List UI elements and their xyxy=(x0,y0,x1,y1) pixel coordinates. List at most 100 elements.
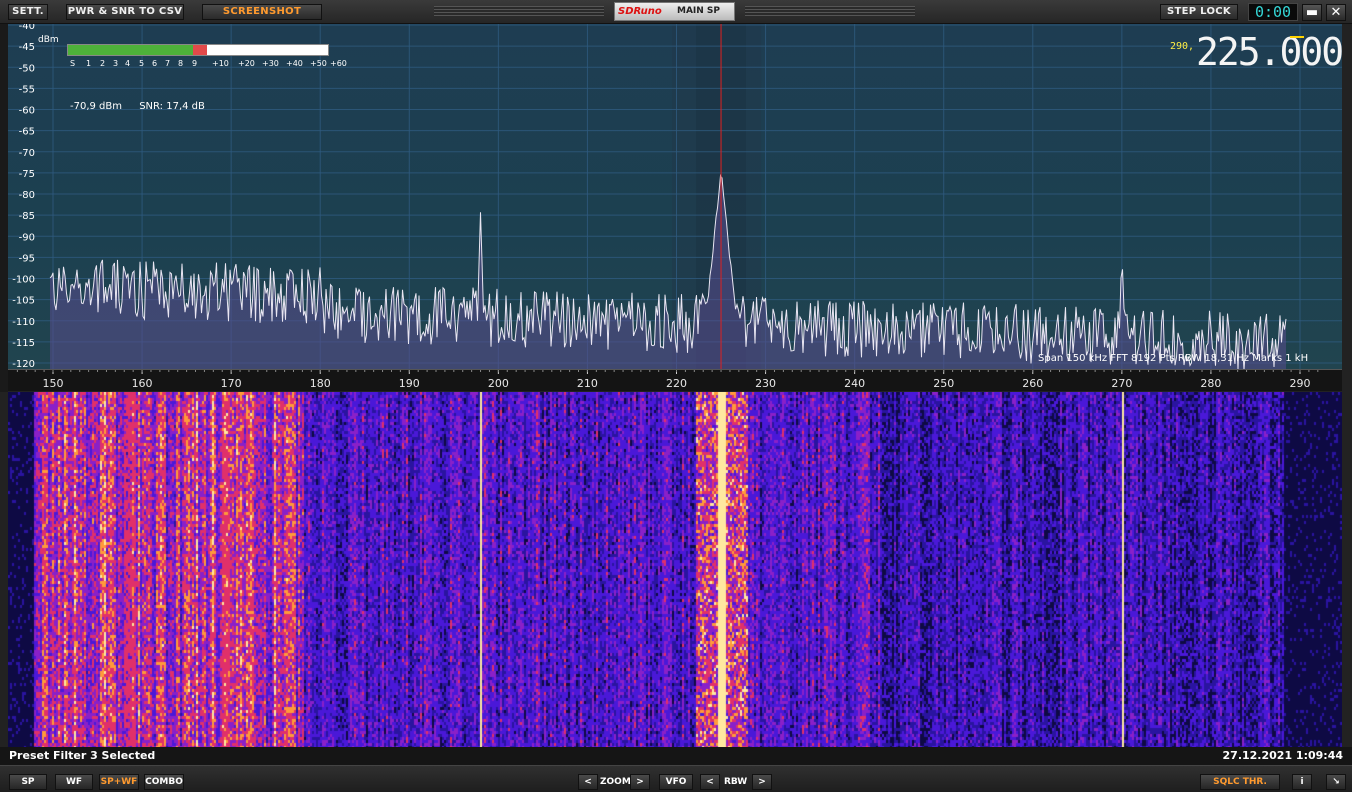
status-datetime: 27.12.2021 1:09:44 xyxy=(1222,749,1343,762)
y-tick-label: -115 xyxy=(12,338,35,349)
waterfall-display[interactable] xyxy=(8,392,1342,747)
s-meter-green-bar xyxy=(68,45,193,55)
x-tick-label: 260 xyxy=(1022,377,1043,390)
smeter-tick-label: 4 xyxy=(125,59,131,68)
smeter-tick-label: 3 xyxy=(113,59,119,68)
smeter-tick-label: 1 xyxy=(86,59,92,68)
zoom-prev-button[interactable]: < xyxy=(578,774,598,790)
title-bar: SETT. PWR & SNR TO CSV SCREENSHOT SDRuno… xyxy=(0,0,1352,24)
y-tick-label: -45 xyxy=(19,42,35,53)
y-tick-label: -95 xyxy=(19,253,35,264)
sqlc-threshold-button[interactable]: SQLC THR. xyxy=(1200,774,1280,790)
x-tick-label: 220 xyxy=(666,377,687,390)
waterfall-canvas xyxy=(8,392,1342,747)
smeter-tick-label: 2 xyxy=(100,59,106,68)
info-icon[interactable]: i xyxy=(1292,774,1312,790)
s-meter xyxy=(67,44,329,56)
signal-readout: -70,9 dBm SNR: 17,4 dB xyxy=(70,101,219,112)
y-tick-label: -85 xyxy=(19,211,35,222)
x-tick-label: 210 xyxy=(577,377,598,390)
export-csv-button[interactable]: PWR & SNR TO CSV xyxy=(66,4,184,20)
smeter-tick-label: 5 xyxy=(139,59,145,68)
minimize-icon[interactable]: ▬ xyxy=(1302,4,1322,21)
zoom-label: ZOOM xyxy=(600,777,631,787)
window-title-text: MAIN SP xyxy=(677,6,721,16)
rbw-prev-button[interactable]: < xyxy=(700,774,720,790)
x-tick-label: 170 xyxy=(221,377,242,390)
y-tick-label: -55 xyxy=(19,84,35,95)
x-tick-label: 200 xyxy=(488,377,509,390)
spectrum-fill xyxy=(50,175,1286,369)
smeter-tick-label: S xyxy=(70,59,76,68)
span-info: Span 150 kHz FFT 8192 Pts RBW 18,31 Hz M… xyxy=(1038,353,1309,364)
x-tick-label: 250 xyxy=(933,377,954,390)
snr-readout: SNR: 17,4 dB xyxy=(139,101,205,112)
rbw-label: RBW xyxy=(724,777,748,787)
settings-button[interactable]: SETT. xyxy=(8,4,48,20)
zoom-next-button[interactable]: > xyxy=(630,774,650,790)
y-tick-label: -120 xyxy=(12,359,35,369)
sp-mode-button[interactable]: SP xyxy=(9,774,47,790)
x-tick-label: 230 xyxy=(755,377,776,390)
sdruno-main-sp-window: SETT. PWR & SNR TO CSV SCREENSHOT SDRuno… xyxy=(0,0,1352,792)
vfo-prefix: 290, xyxy=(1170,41,1195,52)
s-meter-scale: S 1 2 3 4 5 6 7 8 9 +10 +20 +30 +40 +50 +60 xyxy=(66,59,347,71)
y-tick-label: -80 xyxy=(19,190,35,201)
x-tick-label: 290 xyxy=(1290,377,1311,390)
step-lock-button[interactable]: STEP LOCK xyxy=(1160,4,1238,20)
drag-grip-right[interactable] xyxy=(745,6,915,18)
y-tick-label: -110 xyxy=(12,317,35,328)
y-tick-label: -105 xyxy=(12,296,35,307)
y-tick-label: -70 xyxy=(19,148,35,159)
y-tick-label: -65 xyxy=(19,127,35,138)
frequency-axis[interactable]: 150 160 170 180 190 200 210 220 230 240 250 260 270 2… xyxy=(8,369,1342,391)
screenshot-button[interactable]: SCREENSHOT xyxy=(202,4,322,20)
smeter-tick-label: +40 xyxy=(286,59,303,68)
brand-logo: SDRuno xyxy=(618,6,662,17)
status-message: Preset Filter 3 Selected xyxy=(9,749,156,762)
sp-wf-mode-button[interactable]: SP+WF xyxy=(99,774,139,790)
combo-mode-button[interactable]: COMBO xyxy=(144,774,184,790)
dbm-unit-label: dBm xyxy=(38,35,59,45)
y-tick-label: -100 xyxy=(12,275,35,286)
y-tick-label: -75 xyxy=(19,169,35,180)
wf-mode-button[interactable]: WF xyxy=(55,774,93,790)
smeter-tick-label: +50 xyxy=(310,59,327,68)
resize-icon[interactable]: ↘ xyxy=(1326,774,1346,790)
vfo-button[interactable]: VFO xyxy=(659,774,693,790)
smeter-tick-label: +30 xyxy=(262,59,279,68)
smeter-tick-label: 6 xyxy=(152,59,158,68)
y-tick-label: -90 xyxy=(19,232,35,243)
y-tick-label: -40 xyxy=(19,24,35,32)
vfo-digit-cursor xyxy=(1290,36,1304,38)
smeter-tick-label: +60 xyxy=(330,59,347,68)
x-tick-label: 280 xyxy=(1200,377,1221,390)
x-tick-label: 270 xyxy=(1111,377,1132,390)
y-tick-label: -50 xyxy=(19,63,35,74)
x-tick-label: 190 xyxy=(399,377,420,390)
close-icon[interactable]: ✕ xyxy=(1326,4,1346,21)
spectrum-display[interactable]: -40 -45 -50 -55 -60 -65 -70 -75 -80 -85 -90 -95 -100… xyxy=(8,24,1342,369)
frequency-axis-chart: 150 160 170 180 190 200 210 220 230 240 250 260 270 2… xyxy=(16,370,1319,390)
smeter-tick-label: 9 xyxy=(192,59,198,68)
step-display: 0:00 xyxy=(1248,3,1298,21)
x-tick-label: 240 xyxy=(844,377,865,390)
drag-grip-left[interactable] xyxy=(434,6,604,18)
smeter-tick-label: 8 xyxy=(178,59,184,68)
s-meter-red-bar xyxy=(193,45,207,55)
smeter-tick-label: +20 xyxy=(238,59,255,68)
smeter-tick-label: +10 xyxy=(212,59,229,68)
x-tick-label: 150 xyxy=(43,377,64,390)
y-tick-label: -60 xyxy=(19,106,35,117)
window-title: SDRuno MAIN SP xyxy=(614,2,735,21)
status-bar: Preset Filter 3 Selected 27.12.2021 1:09… xyxy=(0,747,1352,765)
spectrum-chart: -40 -45 -50 -55 -60 -65 -70 -75 -80 -85 -90 -95 -100… xyxy=(8,24,1342,369)
bottom-toolbar: SP WF SP+WF COMBO < ZOOM > VFO < RBW > S… xyxy=(0,765,1352,792)
x-tick-label: 160 xyxy=(132,377,153,390)
smeter-tick-label: 7 xyxy=(165,59,171,68)
rbw-next-button[interactable]: > xyxy=(752,774,772,790)
power-readout: -70,9 dBm xyxy=(70,101,123,112)
x-tick-label: 180 xyxy=(310,377,331,390)
left-border xyxy=(0,24,8,392)
vfo-frequency-display[interactable]: 225.000 xyxy=(1196,32,1344,72)
